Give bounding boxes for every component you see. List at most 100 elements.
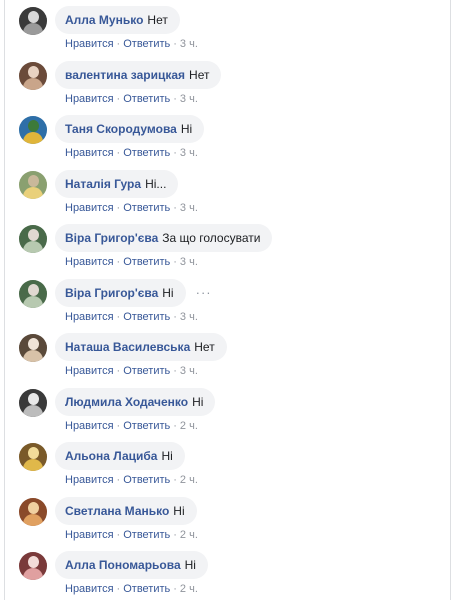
- comment-row: Віра Григор'єва За що голосувати: [55, 224, 273, 252]
- comment-timestamp[interactable]: 3 ч.: [180, 365, 198, 377]
- comment-actions: Нравится · Ответить · 3 ч.: [65, 365, 198, 377]
- comment-bubble: Алла Пономарьова Ні: [55, 551, 208, 579]
- more-options-icon[interactable]: ···: [196, 279, 212, 307]
- reply-link[interactable]: Ответить: [123, 256, 170, 268]
- comment-timestamp[interactable]: 3 ч.: [180, 202, 198, 214]
- separator: ·: [173, 310, 177, 323]
- reply-link[interactable]: Ответить: [123, 93, 170, 105]
- comment: Людмила Ходаченко Ні Нравится · Ответить · 2 …: [19, 387, 450, 443]
- comment-text: Ні: [180, 122, 193, 136]
- comment-author-link[interactable]: Наталія Гура: [65, 177, 141, 191]
- separator: ·: [173, 528, 177, 541]
- separator: ·: [116, 365, 121, 377]
- comment-timestamp[interactable]: 3 ч.: [180, 93, 198, 105]
- reply-link[interactable]: Ответить: [123, 420, 170, 432]
- separator: ·: [173, 38, 177, 50]
- like-link[interactable]: Нравится: [65, 147, 114, 159]
- comment: Алла Пономарьова Ні Нравится · Ответить · 2 ч…: [19, 551, 450, 606]
- like-link[interactable]: Нравится: [65, 583, 114, 595]
- avatar[interactable]: [19, 334, 47, 362]
- comment-text: Ні: [184, 558, 196, 572]
- avatar[interactable]: [19, 170, 47, 199]
- avatar[interactable]: [19, 7, 47, 35]
- like-link[interactable]: Нравится: [65, 365, 114, 377]
- separator: ·: [116, 147, 121, 159]
- comment-author-link[interactable]: Таня Скородумова: [65, 122, 177, 136]
- comment: Наташа Василевська Нет Нравится · Ответить ·…: [19, 333, 450, 388]
- comment-timestamp[interactable]: 2 ч.: [180, 474, 198, 486]
- like-link[interactable]: Нравится: [65, 311, 114, 323]
- avatar[interactable]: [19, 388, 47, 417]
- like-link[interactable]: Нравится: [65, 256, 114, 268]
- comment-bubble: Віра Григор'єва За що голосувати: [55, 224, 273, 252]
- like-link[interactable]: Нравится: [65, 474, 114, 486]
- like-link[interactable]: Нравится: [65, 93, 114, 105]
- comment-author-link[interactable]: Віра Григор'єва: [65, 231, 158, 245]
- comment-author-link[interactable]: Светлана Манько: [65, 504, 169, 518]
- comment-timestamp[interactable]: 3 ч.: [180, 311, 198, 323]
- comment-author-link[interactable]: Наташа Василевська: [65, 340, 190, 354]
- comment-author-link[interactable]: Людмила Ходаченко: [65, 395, 188, 409]
- avatar[interactable]: [19, 61, 47, 90]
- reply-link[interactable]: Ответить: [123, 147, 170, 159]
- separator: ·: [173, 201, 177, 214]
- separator: ·: [116, 528, 121, 541]
- comment-author-link[interactable]: Алла Пономарьова: [65, 558, 181, 572]
- comment-text: Ні...: [145, 176, 167, 191]
- reply-link[interactable]: Ответить: [123, 202, 170, 214]
- comment-timestamp[interactable]: 3 ч.: [180, 147, 198, 159]
- reply-link[interactable]: Ответить: [123, 311, 170, 323]
- avatar[interactable]: [19, 279, 47, 308]
- avatar[interactable]: [19, 443, 47, 471]
- separator: ·: [173, 92, 177, 105]
- reply-link[interactable]: Ответить: [123, 38, 170, 50]
- like-link[interactable]: Нравится: [65, 529, 114, 541]
- avatar[interactable]: [19, 497, 47, 526]
- comment-bubble: Альона Лациба Ні: [55, 442, 185, 470]
- separator: ·: [116, 201, 121, 214]
- like-link[interactable]: Нравится: [65, 420, 114, 432]
- comment-text: Ні: [161, 449, 173, 463]
- reply-link[interactable]: Ответить: [123, 529, 170, 541]
- comment-timestamp[interactable]: 3 ч.: [180, 256, 198, 268]
- comment-row: Алла Мунько Нет: [55, 6, 180, 34]
- comments-panel: Алла Мунько Нет Нравится · Ответить · 3 ч. ва…: [4, 0, 451, 600]
- like-link[interactable]: Нравится: [65, 202, 114, 214]
- separator: ·: [116, 419, 121, 432]
- separator: ·: [116, 583, 121, 595]
- comment-author-link[interactable]: Віра Григор'єва: [65, 286, 158, 300]
- comment: Віра Григор'єва Ні ··· Нравится · Ответить ·…: [19, 278, 450, 334]
- comment-text: Нет: [194, 340, 215, 354]
- comment-timestamp[interactable]: 2 ч.: [180, 420, 198, 432]
- comment-row: Наташа Василевська Нет: [55, 333, 227, 361]
- comment-author-link[interactable]: валентина зарицкая: [65, 68, 185, 82]
- comment-actions: Нравится · Ответить · 3 ч.: [65, 311, 198, 323]
- comment-author-link[interactable]: Альона Лациба: [65, 449, 157, 463]
- comment-timestamp[interactable]: 2 ч.: [180, 529, 198, 541]
- comment-row: Светлана Манько Ні: [55, 496, 197, 525]
- comment-bubble: Наташа Василевська Нет: [55, 333, 227, 361]
- comment-timestamp[interactable]: 3 ч.: [180, 38, 198, 50]
- separator: ·: [173, 365, 177, 377]
- comment-row: Наталія Гура Ні...: [55, 169, 179, 198]
- comment-row: валентина зарицкая Нет: [55, 60, 222, 89]
- comment-row: Віра Григор'єва Ні ···: [55, 278, 212, 307]
- avatar[interactable]: [19, 225, 47, 253]
- reply-link[interactable]: Ответить: [123, 474, 170, 486]
- reply-link[interactable]: Ответить: [123, 583, 170, 595]
- reply-link[interactable]: Ответить: [123, 365, 170, 377]
- separator: ·: [173, 583, 177, 595]
- comment-author-link[interactable]: Алла Мунько: [65, 13, 143, 27]
- separator: ·: [116, 38, 121, 50]
- comment-list: Алла Мунько Нет Нравится · Ответить · 3 ч. ва…: [19, 6, 450, 606]
- comment-bubble: Людмила Ходаченко Ні: [55, 387, 216, 416]
- comment-timestamp[interactable]: 2 ч.: [180, 583, 198, 595]
- avatar[interactable]: [19, 552, 47, 580]
- comment-bubble: Віра Григор'єва Ні: [55, 278, 186, 307]
- like-link[interactable]: Нравится: [65, 38, 114, 50]
- comment-text: Ні: [173, 503, 185, 518]
- avatar[interactable]: [19, 116, 47, 144]
- comment-actions: Нравится · Ответить · 3 ч.: [65, 256, 198, 268]
- comment-actions: Нравится · Ответить · 3 ч.: [65, 147, 198, 159]
- separator: ·: [173, 256, 177, 268]
